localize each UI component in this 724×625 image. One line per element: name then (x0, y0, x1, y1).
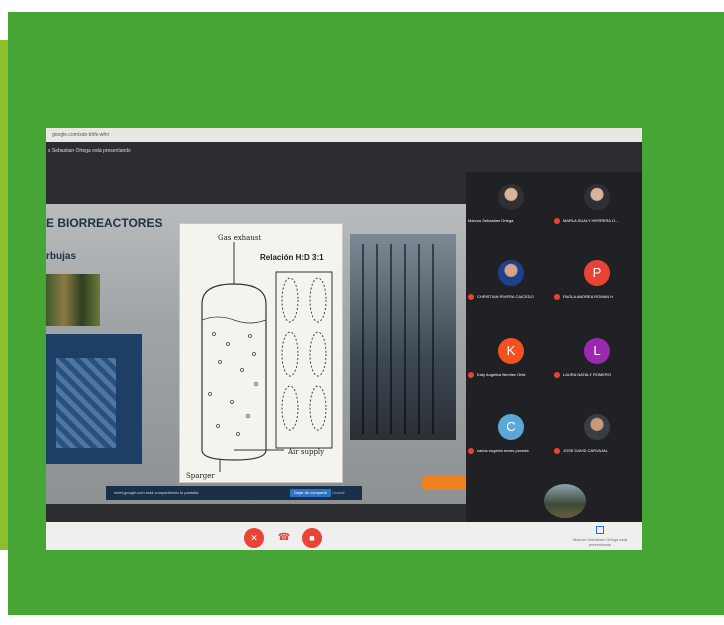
screen-share-notice: meet.google.com está compartiendo tu pan… (106, 486, 362, 500)
slide-title: E BIORREACTORES (46, 216, 163, 230)
presenting-banner: s Sebastian Ortega está presentando (48, 148, 131, 154)
avatar: K (498, 338, 524, 364)
bubble-column-diagram: Gas exhaust Relación H:D 3:1 Air supply … (180, 224, 342, 482)
participant-name: carlos eugenio torres poveda (468, 448, 554, 454)
notice-text: meet.google.com está compartiendo tu pan… (114, 490, 200, 495)
diagram-svg: Gas exhaust Relación H:D 3:1 Air supply … (186, 234, 333, 480)
mic-off-icon (554, 294, 560, 300)
present-icon (596, 526, 604, 534)
participant-name: CHRISTIAN RIVERA CAICEDO (468, 294, 554, 300)
call-end-icon[interactable]: ☎ (274, 528, 294, 548)
participant-tile[interactable]: K Katy Angelica Benítez Ortiz (468, 332, 554, 394)
left-accent-bar (0, 40, 8, 550)
slide-subtitle: rbujas (46, 251, 77, 262)
ratio-label: Relación H:D 3:1 (260, 253, 324, 262)
avatar (584, 414, 610, 440)
mic-off-icon (468, 294, 474, 300)
avatar (498, 184, 524, 210)
participant-tile[interactable]: JOSE DAVID CARVAJAL (554, 408, 640, 470)
self-view-tile[interactable] (540, 480, 590, 522)
participant-name: MARLA SUALY HERRERA O... (554, 218, 640, 224)
stop-sharing-button[interactable]: Dejar de compartir (290, 489, 331, 497)
avatar (584, 184, 610, 210)
participant-name: Katy Angelica Benítez Ortiz (468, 372, 554, 378)
slide-reactor-photo (350, 234, 456, 440)
participants-panel: Marcos Sebastian Ortega MARLA SUALY HERR… (466, 172, 642, 528)
slide-thumbnail-photos (46, 274, 100, 326)
mic-off-icon (554, 372, 560, 378)
mic-off-icon (554, 448, 560, 454)
participant-tile[interactable]: L LAURA NATALY ROMERO (554, 332, 640, 394)
hide-notice-button[interactable]: Ocultar (332, 489, 345, 497)
participant-name: JOSE DAVID CARVAJAL (554, 448, 640, 454)
mic-off-icon (468, 448, 474, 454)
avatar (498, 260, 524, 286)
participant-name: PAOLA ANDREA ROMAN H (554, 294, 640, 300)
avatar: P (584, 260, 610, 286)
shared-slide: E BIORREACTORES rbujas Gas exhaust Relac… (46, 204, 466, 504)
self-view-avatar (544, 484, 586, 518)
slide-bioreactor-render (46, 334, 142, 464)
presenter-footer-text: Marcos Sebastian Ortega está presentando (572, 537, 628, 547)
presenter-status[interactable]: Marcos Sebastian Ortega está presentando (562, 526, 638, 547)
meet-control-bar: ✕ ☎ ■ Marcos Sebastian Ortega está prese… (46, 522, 642, 550)
air-supply-label: Air supply (287, 448, 324, 456)
sparger-label: Sparger (186, 472, 215, 480)
gas-exhaust-label: Gas exhaust (218, 234, 261, 242)
mic-off-icon[interactable]: ✕ (244, 528, 264, 548)
participant-tile[interactable]: MARLA SUALY HERRERA O... (554, 178, 640, 240)
participant-name: Marcos Sebastian Ortega (468, 218, 514, 223)
participant-name: LAURA NATALY ROMERO (554, 372, 640, 378)
camera-off-icon[interactable]: ■ (302, 528, 322, 548)
participant-tile[interactable]: CHRISTIAN RIVERA CAICEDO (468, 254, 554, 316)
participant-tile[interactable]: P PAOLA ANDREA ROMAN H (554, 254, 640, 316)
mic-off-icon (468, 372, 474, 378)
participant-tile[interactable]: C carlos eugenio torres poveda (468, 408, 554, 470)
mic-off-icon (554, 218, 560, 224)
address-bar[interactable]: google.com/xdx-bhfs-wfnr (46, 128, 642, 142)
meet-stage: s Sebastian Ortega está presentando E BI… (46, 142, 642, 528)
participant-tile[interactable]: Marcos Sebastian Ortega (468, 178, 554, 240)
avatar: L (584, 338, 610, 364)
screen-photo: google.com/xdx-bhfs-wfnr s Sebastian Ort… (46, 128, 642, 550)
slide-orange-arrow (422, 476, 466, 490)
avatar: C (498, 414, 524, 440)
